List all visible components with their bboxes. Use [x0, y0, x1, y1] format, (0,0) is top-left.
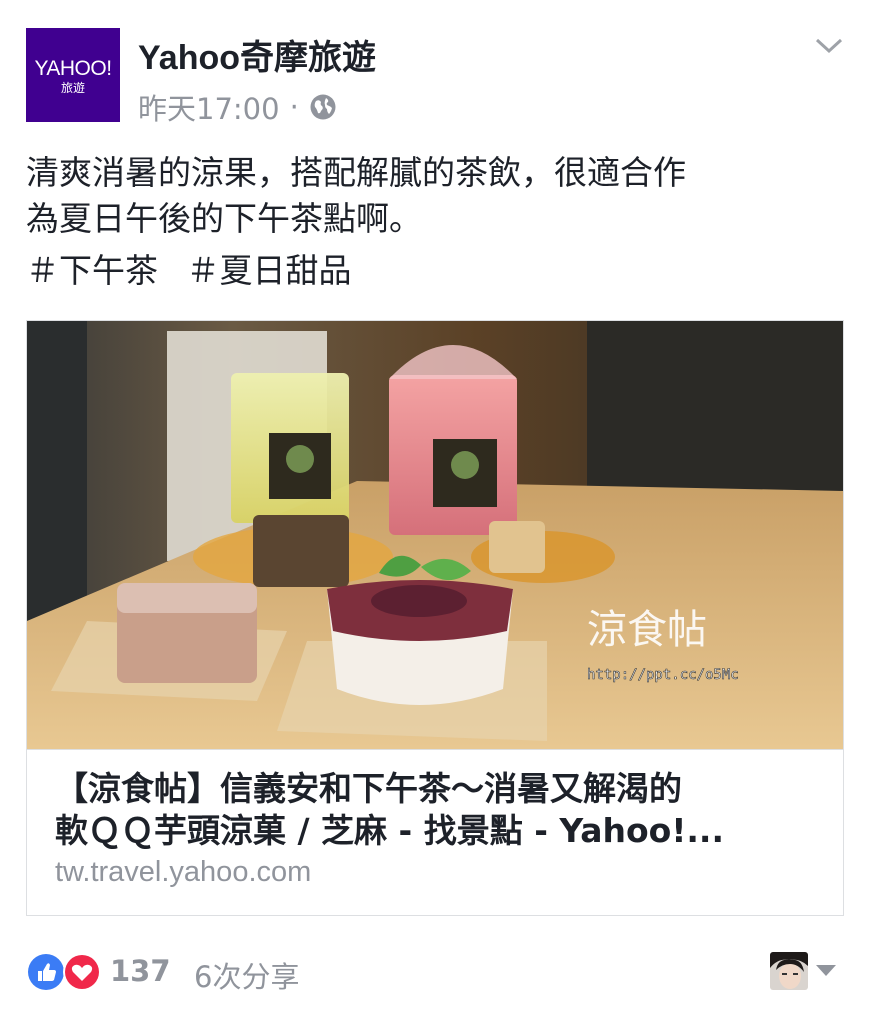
love-icon — [63, 953, 101, 991]
page-avatar[interactable]: YAHOO! 旅遊 — [26, 28, 120, 122]
photo-watermark: 涼食帖 — [587, 607, 707, 653]
post-meta: 昨天17:00 · — [138, 86, 337, 128]
link-preview-card[interactable]: 涼食帖 http://ppt.cc/o5Mc 【涼食帖】信義安和下午茶～消暑又解… — [26, 320, 844, 916]
post-text-line: 清爽消暑的涼果，搭配解膩的茶飲，很適合作 — [26, 153, 686, 192]
avatar-sub-text: 旅遊 — [60, 81, 85, 95]
link-title[interactable]: 【涼食帖】信義安和下午茶～消暑又解渴的 軟ＱＱ芋頭涼菓 / 芝麻 - 找景點 -… — [55, 768, 825, 852]
post-timestamp[interactable]: 昨天17:00 — [138, 86, 280, 128]
post-text: 清爽消暑的涼果，搭配解膩的茶飲，很適合作 為夏日午後的下午茶點啊。 ＃下午茶 ＃… — [26, 150, 846, 294]
caret-down-icon[interactable] — [816, 965, 836, 977]
post-footer: 137 6次分享 — [26, 950, 844, 994]
post-text-line: 為夏日午後的下午茶點啊。 — [26, 199, 422, 238]
hashtag-link[interactable]: ＃下午茶 — [26, 251, 158, 290]
link-title-line: 軟ＱＱ芋頭涼菓 / 芝麻 - 找景點 - Yahoo!... — [55, 811, 725, 850]
reaction-count[interactable]: 137 — [110, 954, 171, 988]
chevron-down-icon[interactable] — [814, 34, 844, 58]
hashtag-link[interactable]: ＃夏日甜品 — [187, 251, 352, 290]
page-name[interactable]: Yahoo奇摩旅遊 — [138, 30, 376, 79]
link-preview-body[interactable]: 【涼食帖】信義安和下午茶～消暑又解渴的 軟ＱＱ芋頭涼菓 / 芝麻 - 找景點 -… — [27, 749, 843, 915]
reaction-icons[interactable] — [26, 952, 104, 992]
meta-separator: · — [289, 90, 299, 124]
link-title-line: 【涼食帖】信義安和下午茶～消暑又解渴的 — [55, 769, 682, 808]
hashtag-list: ＃下午茶 ＃夏日甜品 — [26, 248, 846, 294]
globe-icon — [310, 94, 336, 120]
link-domain: tw.travel.yahoo.com — [55, 856, 312, 888]
photo-url-text: http://ppt.cc/o5Mc — [587, 667, 739, 683]
avatar-logo-text: YAHOO! — [34, 57, 112, 80]
like-icon — [28, 954, 64, 990]
actor-avatar[interactable] — [770, 952, 808, 990]
link-preview-image[interactable]: 涼食帖 http://ppt.cc/o5Mc — [27, 321, 843, 749]
share-count[interactable]: 6次分享 — [194, 954, 299, 996]
